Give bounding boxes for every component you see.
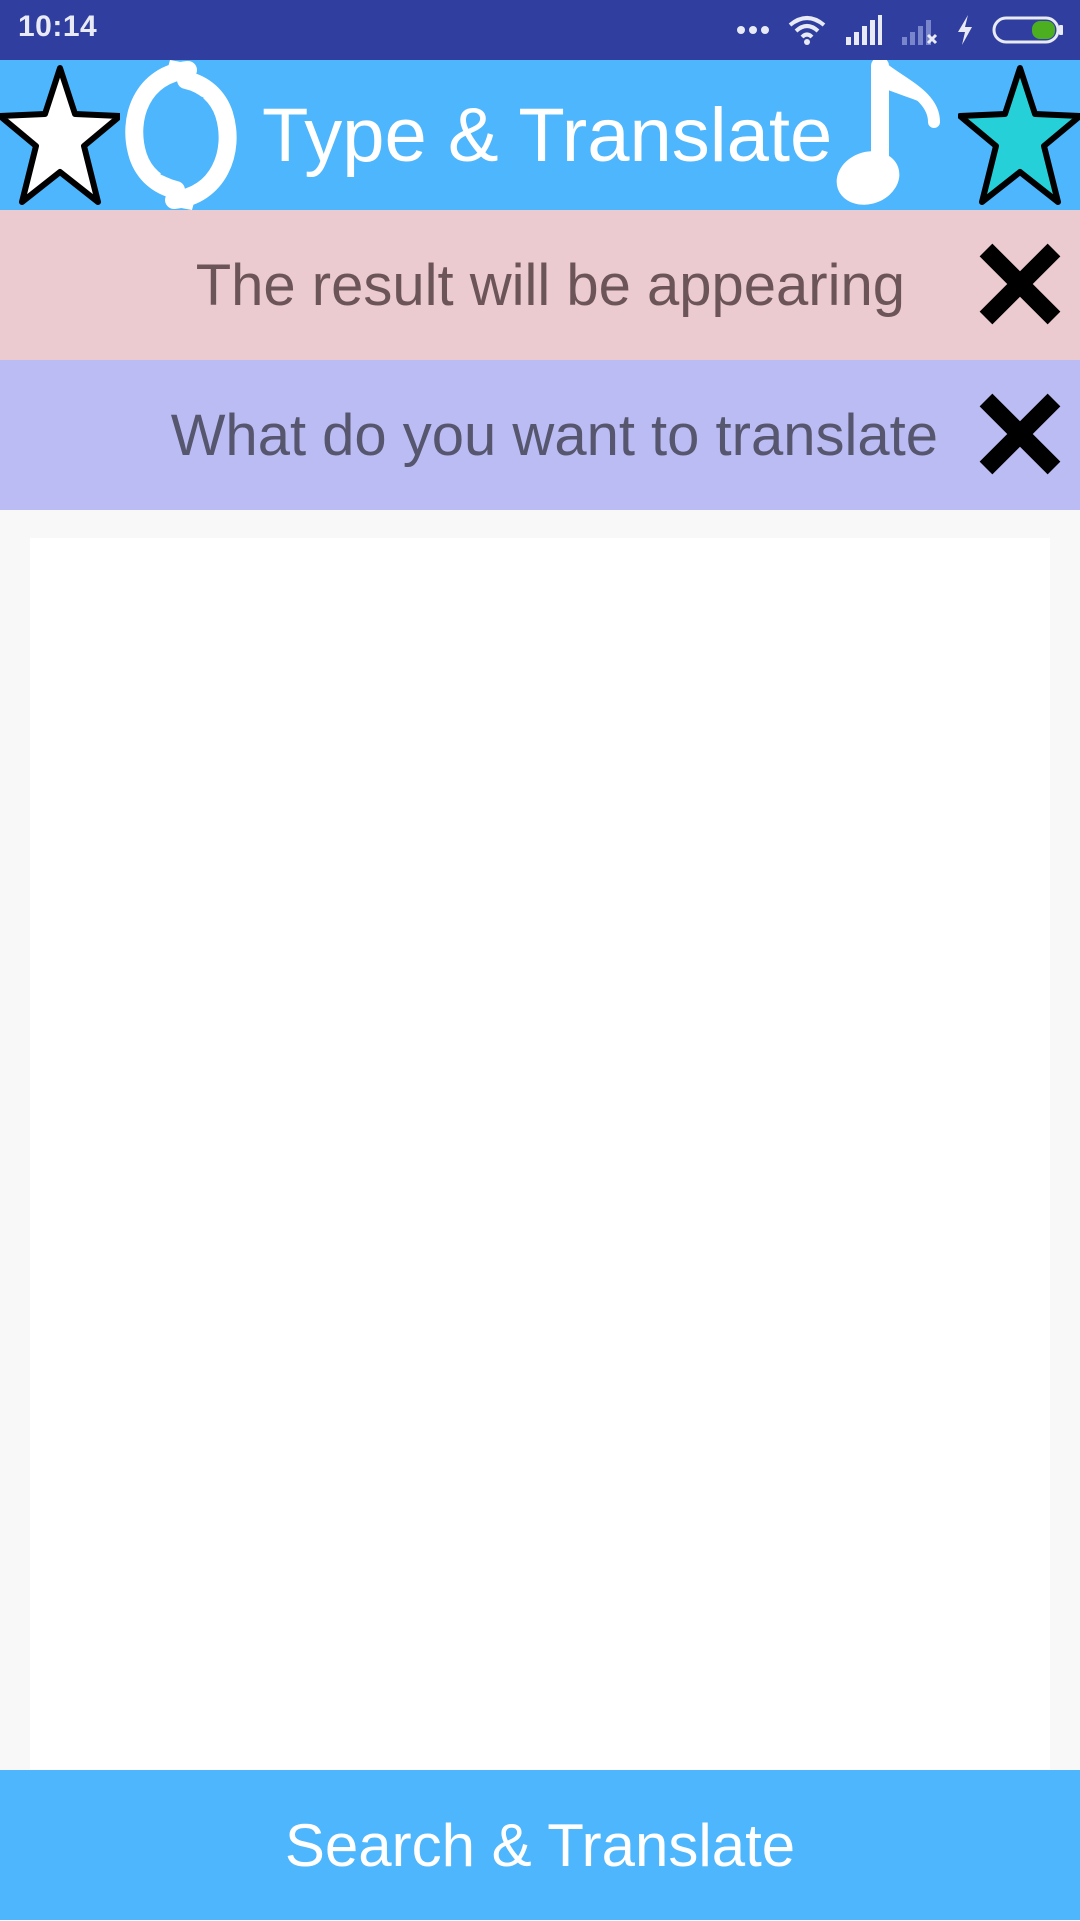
clear-input-button[interactable] <box>976 390 1064 478</box>
close-icon <box>979 243 1061 325</box>
status-time: 10:14 <box>18 10 98 43</box>
signal-icon <box>846 15 882 45</box>
result-text: The result will be appearing <box>195 253 905 318</box>
input-bar: What do you want to translate <box>0 360 1080 510</box>
star-outline-icon[interactable] <box>0 62 120 208</box>
wifi-icon <box>788 16 826 45</box>
input-prompt-text: What do you want to translate <box>170 403 938 468</box>
translate-input[interactable] <box>30 538 1050 1770</box>
sync-icon[interactable] <box>118 60 242 210</box>
status-icons <box>736 10 1064 50</box>
charging-icon <box>958 15 972 45</box>
app-title: Type & Translate <box>262 93 833 178</box>
close-icon <box>979 393 1061 475</box>
search-translate-button[interactable]: Search & Translate <box>0 1770 1080 1920</box>
result-bar: The result will be appearing <box>0 210 1080 360</box>
music-note-icon[interactable] <box>830 60 940 210</box>
app-bar: Type & Translate <box>0 60 1080 210</box>
more-dots-icon <box>737 26 769 34</box>
status-bar: 10:14 <box>0 0 1080 60</box>
star-cyan-icon[interactable] <box>958 62 1080 208</box>
signal-no-sim-icon <box>902 20 938 45</box>
battery-icon <box>992 16 1063 44</box>
clear-result-button[interactable] <box>976 240 1064 328</box>
